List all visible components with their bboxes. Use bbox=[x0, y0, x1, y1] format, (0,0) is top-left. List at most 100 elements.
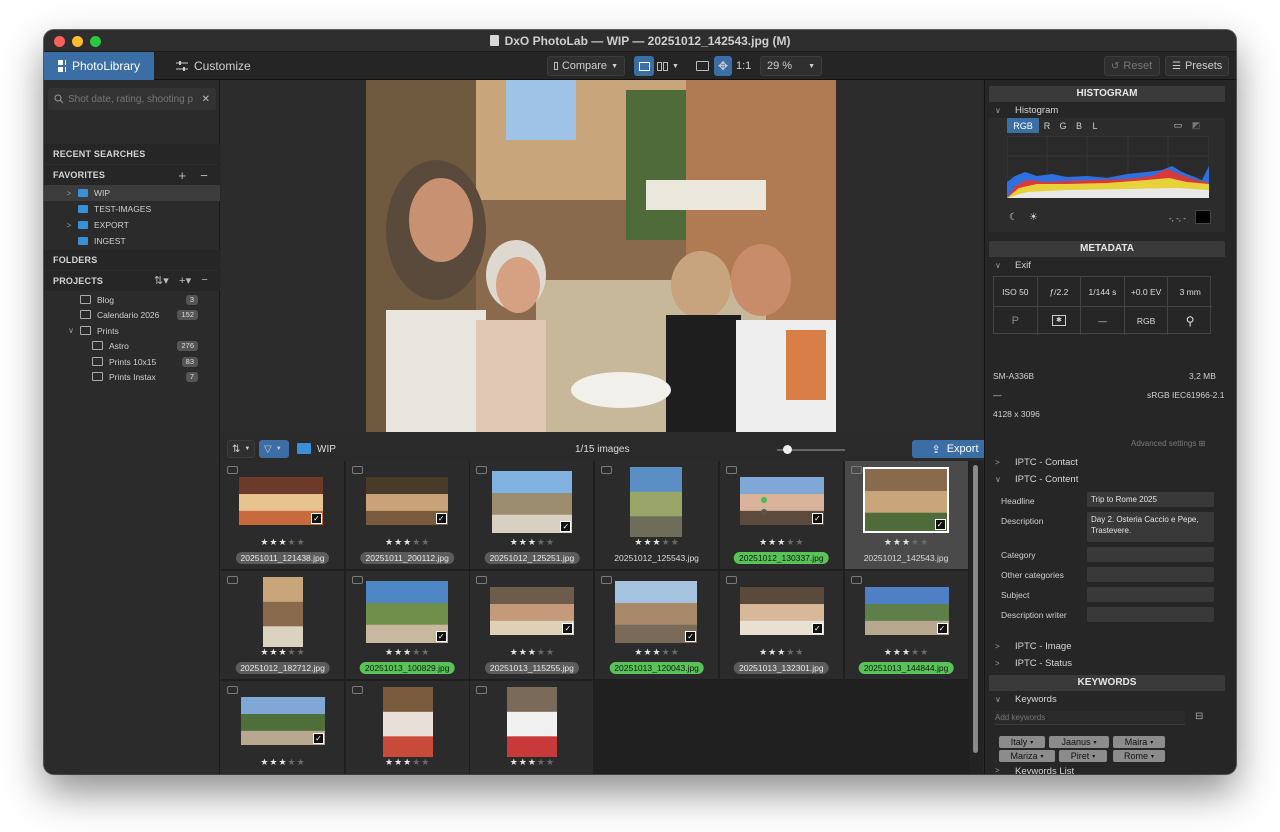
selection-checkbox[interactable]: ✓ bbox=[685, 631, 697, 642]
project-item-prints-instax[interactable]: Prints Instax 7 bbox=[44, 369, 220, 384]
selection-checkbox[interactable]: ✓ bbox=[560, 521, 572, 532]
keywords-list-section[interactable]: > Keywords List bbox=[989, 766, 1225, 774]
channel-r-button[interactable]: R bbox=[1041, 118, 1053, 133]
selection-checkbox[interactable]: ✓ bbox=[936, 623, 948, 634]
zoom-select[interactable]: 29 % ▼ bbox=[760, 56, 822, 76]
star-rating[interactable]: ★★★★★ bbox=[845, 537, 969, 548]
search-box[interactable]: ✕ bbox=[48, 88, 216, 110]
exif-subsection[interactable]: ∨ Exif bbox=[989, 257, 1225, 273]
thumbnail-image[interactable] bbox=[263, 577, 303, 647]
iptc-content-section[interactable]: ∨ IPTC - Content bbox=[989, 471, 1225, 487]
selection-checkbox[interactable]: ✓ bbox=[811, 623, 823, 634]
keyword-tag-maira[interactable]: Maira ▾ bbox=[1113, 736, 1165, 748]
single-view-button[interactable] bbox=[634, 56, 654, 76]
star-rating[interactable]: ★★★★★ bbox=[470, 647, 594, 658]
remove-project-button[interactable]: − bbox=[201, 274, 208, 287]
thumbnail-image[interactable] bbox=[630, 467, 683, 537]
thumbnail-cell[interactable]: ✓ ★★★★★ 20251012_125251.jpg bbox=[470, 461, 595, 570]
thumbnail-cell[interactable]: ★★★★★ 20251012_125543.jpg bbox=[595, 461, 720, 570]
chevron-right-icon[interactable]: > bbox=[64, 189, 74, 198]
subject-field[interactable] bbox=[1087, 587, 1214, 602]
channel-l-button[interactable]: L bbox=[1089, 118, 1101, 133]
close-window-button[interactable] bbox=[54, 36, 65, 47]
remove-favorite-button[interactable]: − bbox=[200, 168, 208, 183]
slider-handle[interactable] bbox=[783, 445, 792, 454]
star-rating[interactable]: ★★★★★ bbox=[720, 537, 844, 548]
filter-button[interactable]: ▽ ▼ bbox=[259, 440, 289, 458]
sort-button[interactable]: ⇅ ▼ bbox=[227, 440, 255, 458]
star-rating[interactable]: ★★★★★ bbox=[346, 537, 470, 548]
project-item-blog[interactable]: Blog 3 bbox=[44, 292, 220, 307]
thumbnail-cell[interactable]: ✓ ★★★★★ 20251012_130337.jpg bbox=[719, 461, 844, 570]
star-rating[interactable]: ★★★★★ bbox=[221, 757, 345, 768]
split-view-button[interactable]: ▼ bbox=[657, 56, 679, 76]
favorite-item-wip[interactable]: > WIP bbox=[44, 185, 220, 201]
favorites-header[interactable]: FAVORITES + − bbox=[44, 165, 220, 185]
thumbnail-cell[interactable]: ★★★★★ 20251012_182712.jpg bbox=[221, 571, 345, 680]
project-group-prints[interactable]: ∨ Prints bbox=[44, 323, 220, 338]
project-item-calendario[interactable]: Calendario 2026 152 bbox=[44, 307, 220, 322]
selection-checkbox[interactable]: ✓ bbox=[313, 733, 324, 744]
thumbnail-cell[interactable]: ✓ ★★★★★ 20251013_132301.jpg bbox=[719, 571, 844, 680]
image-viewer[interactable] bbox=[221, 80, 983, 432]
main-photo[interactable] bbox=[366, 80, 836, 432]
histogram-header[interactable]: HISTOGRAM bbox=[989, 86, 1225, 102]
other-categories-field[interactable] bbox=[1087, 567, 1214, 582]
thumbnail-cell[interactable]: ✓ ★★★★★ bbox=[221, 681, 345, 774]
reset-button[interactable]: ↺ Reset bbox=[1104, 56, 1160, 76]
keyword-tag-mariza[interactable]: Mariza ▾ bbox=[999, 750, 1055, 762]
description-writer-field[interactable] bbox=[1087, 607, 1214, 622]
thumbnail-cell[interactable]: ✓ ★★★★★ 20251013_100829.jpg bbox=[345, 571, 470, 680]
keywords-header[interactable]: KEYWORDS bbox=[989, 675, 1225, 691]
thumbnail-image[interactable] bbox=[507, 687, 558, 757]
thumbnail-cell[interactable]: ✓ ★★★★★ 20251011_121438.jpg bbox=[221, 461, 345, 570]
star-rating[interactable]: ★★★★★ bbox=[221, 647, 345, 658]
chevron-right-icon[interactable]: > bbox=[64, 221, 74, 230]
folders-header[interactable]: FOLDERS bbox=[44, 250, 220, 270]
star-rating[interactable]: ★★★★★ bbox=[346, 647, 470, 658]
thumbnail-cell[interactable]: ✓ ★★★★★ 20251013_120043.jpg bbox=[595, 571, 720, 680]
favorite-item-export[interactable]: > EXPORT bbox=[44, 217, 220, 233]
thumbnail-image[interactable] bbox=[382, 687, 433, 757]
advanced-settings-link[interactable]: Advanced settings ⊞ bbox=[1131, 439, 1205, 448]
keyword-tag-piret[interactable]: Piret ▾ bbox=[1059, 750, 1107, 762]
keywords-subsection[interactable]: ∨ Keywords bbox=[989, 691, 1225, 707]
headline-field[interactable]: Trip to Rome 2025 bbox=[1087, 492, 1214, 507]
keyword-tag-rome[interactable]: Rome ▾ bbox=[1113, 750, 1165, 762]
scrollbar-thumb[interactable] bbox=[973, 465, 978, 753]
chevron-down-icon[interactable]: ∨ bbox=[66, 326, 76, 335]
pan-tool-button[interactable]: ✥ bbox=[714, 56, 732, 76]
thumbnail-cell[interactable]: ★★★★★ bbox=[345, 681, 470, 774]
recent-searches-header[interactable]: RECENT SEARCHES bbox=[44, 144, 220, 164]
star-rating[interactable]: ★★★★★ bbox=[346, 757, 470, 768]
search-input[interactable] bbox=[68, 93, 194, 105]
selection-checkbox[interactable]: ✓ bbox=[311, 513, 322, 524]
highlight-clipping-icon[interactable]: ☀ bbox=[1029, 212, 1038, 223]
star-rating[interactable]: ★★★★★ bbox=[470, 537, 594, 548]
sort-projects-button[interactable]: ⇅▾ bbox=[154, 274, 169, 287]
channel-g-button[interactable]: G bbox=[1057, 118, 1069, 133]
thumbnail-cell[interactable]: ✓ ★★★★★ 20251011_200112.jpg bbox=[345, 461, 470, 570]
clear-search-icon[interactable]: ✕ bbox=[202, 94, 210, 105]
monitor-icon[interactable]: ▭ bbox=[1171, 118, 1185, 133]
project-item-prints-10x15[interactable]: Prints 10x15 83 bbox=[44, 354, 220, 369]
soft-proof-icon[interactable]: ◩ bbox=[1189, 118, 1203, 133]
tab-customize[interactable]: Customize bbox=[162, 52, 265, 80]
category-field[interactable] bbox=[1087, 547, 1214, 562]
shadow-clipping-icon[interactable]: ☾ bbox=[1009, 212, 1018, 223]
keyword-tag-jaanus[interactable]: Jaanus ▾ bbox=[1049, 736, 1109, 748]
channel-b-button[interactable]: B bbox=[1073, 118, 1085, 133]
favorite-item-test-images[interactable]: TEST-IMAGES bbox=[44, 201, 220, 217]
keyword-browser-icon[interactable]: ⊟ bbox=[1195, 711, 1203, 722]
description-field[interactable]: Day 2. Osteria Caccio e Pepe, Trastevere… bbox=[1087, 512, 1214, 542]
channel-rgb-button[interactable]: RGB bbox=[1007, 118, 1039, 133]
grid-scrollbar[interactable] bbox=[969, 461, 983, 774]
add-project-button[interactable]: +▾ bbox=[179, 274, 191, 287]
add-keyword-input[interactable] bbox=[995, 711, 1185, 725]
iptc-status-section[interactable]: > IPTC - Status bbox=[989, 655, 1225, 671]
compare-button[interactable]: Compare ▼ bbox=[547, 56, 625, 76]
thumbnail-size-slider[interactable] bbox=[777, 445, 845, 454]
histogram-subsection[interactable]: ∨ Histogram bbox=[989, 102, 1225, 118]
minimize-window-button[interactable] bbox=[72, 36, 83, 47]
star-rating[interactable]: ★★★★★ bbox=[470, 757, 594, 768]
